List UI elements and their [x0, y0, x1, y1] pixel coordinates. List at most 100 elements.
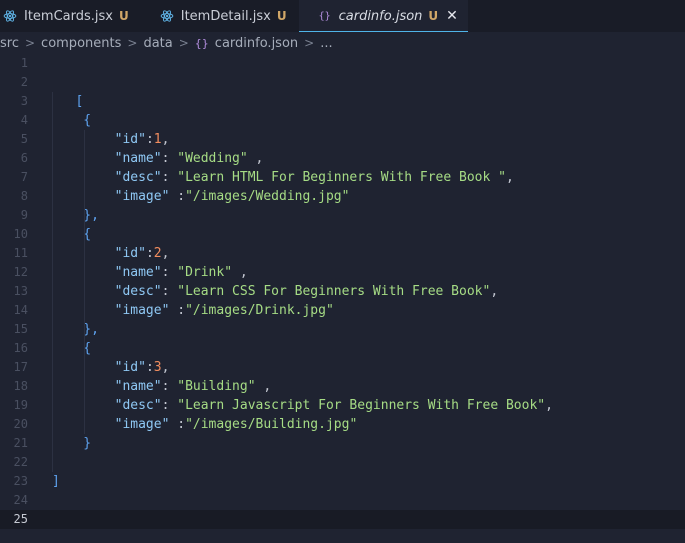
- indent-guide: [52, 92, 53, 472]
- breadcrumb-item-data[interactable]: data: [143, 36, 172, 51]
- line-number: 10: [13, 227, 28, 241]
- code-text: "desc": "Learn HTML For Beginners With F…: [52, 168, 514, 187]
- code-text: },: [52, 206, 99, 225]
- code-token: "/images/Wedding.jpg": [185, 189, 350, 204]
- code-token: ,: [232, 265, 248, 280]
- code-token: :: [169, 303, 186, 318]
- line-number: 20: [13, 417, 28, 431]
- code-line[interactable]: 17 "id":3,: [0, 358, 685, 377]
- code-line[interactable]: 23]: [0, 472, 685, 491]
- code-line[interactable]: 22: [0, 453, 685, 472]
- tab-label: ItemCards.jsx: [24, 8, 113, 24]
- code-text: {: [52, 111, 91, 130]
- code-token: "Learn CSS For Beginners With Free Book": [177, 284, 491, 299]
- code-line[interactable]: 25: [0, 510, 685, 529]
- code-token: "desc": [114, 398, 162, 413]
- code-token: ,: [161, 360, 170, 375]
- code-line[interactable]: 10 {: [0, 225, 685, 244]
- code-line[interactable]: 19 "desc": "Learn Javascript For Beginne…: [0, 396, 685, 415]
- code-token: ,: [161, 246, 170, 261]
- line-number: 22: [13, 455, 28, 469]
- code-line[interactable]: 20 "image" :"/images/Building.jpg": [0, 415, 685, 434]
- code-line[interactable]: 9 },: [0, 206, 685, 225]
- code-token: [: [52, 94, 84, 109]
- code-token: ,: [545, 398, 553, 413]
- code-line[interactable]: 21 }: [0, 434, 685, 453]
- line-number: 9: [20, 208, 28, 222]
- code-token: 2: [153, 246, 162, 261]
- code-token: :: [161, 265, 178, 280]
- code-token: :: [161, 284, 178, 299]
- code-line[interactable]: 24: [0, 491, 685, 510]
- code-token: "name": [114, 379, 162, 394]
- line-number: 6: [20, 151, 28, 165]
- code-text: "name": "Drink" ,: [52, 263, 248, 282]
- chevron-right-icon: >: [304, 36, 315, 50]
- code-text: "image" :"/images/Drink.jpg": [52, 301, 334, 320]
- code-token: :: [161, 398, 178, 413]
- code-token: :: [169, 189, 186, 204]
- code-token: "Wedding": [177, 151, 248, 166]
- code-token: }: [52, 436, 92, 451]
- code-token: "desc": [114, 284, 162, 299]
- breadcrumb-item-src[interactable]: src: [0, 36, 19, 51]
- code-token: "Learn Javascript For Beginners With Fre…: [177, 398, 546, 413]
- code-line[interactable]: 6 "name": "Wedding" ,: [0, 149, 685, 168]
- line-number: 3: [20, 94, 28, 108]
- code-token: "/images/Drink.jpg": [185, 303, 334, 318]
- tab-cardinfo[interactable]: {} cardinfo.json U ✕: [298, 0, 469, 32]
- code-token: 1: [153, 132, 162, 147]
- code-text: "desc": "Learn CSS For Beginners With Fr…: [52, 282, 499, 301]
- code-text: ]: [52, 472, 60, 491]
- code-token: :: [161, 170, 178, 185]
- code-token: :: [161, 151, 178, 166]
- code-token: ,: [490, 284, 499, 299]
- code-line[interactable]: 5 "id":1,: [0, 130, 685, 149]
- line-number: 24: [13, 493, 28, 507]
- code-line[interactable]: 15 },: [0, 320, 685, 339]
- code-token: "name": [114, 151, 162, 166]
- line-number: 2: [20, 75, 28, 89]
- chevron-right-icon: >: [24, 36, 36, 50]
- close-icon[interactable]: ✕: [446, 9, 458, 23]
- code-line[interactable]: 12 "name": "Drink" ,: [0, 263, 685, 282]
- code-line[interactable]: 7 "desc": "Learn HTML For Beginners With…: [0, 168, 685, 187]
- code-line[interactable]: 2: [0, 73, 685, 92]
- line-number: 7: [20, 170, 28, 184]
- code-line[interactable]: 11 "id":2,: [0, 244, 685, 263]
- code-text: "id":3,: [52, 358, 170, 377]
- code-line[interactable]: 13 "desc": "Learn CSS For Beginners With…: [0, 282, 685, 301]
- line-number: 21: [13, 436, 28, 450]
- tab-label: cardinfo.json: [338, 8, 423, 24]
- code-token: "image": [114, 189, 170, 204]
- indent-guide: [84, 130, 85, 434]
- breadcrumb-item-symbols[interactable]: ...: [320, 36, 332, 51]
- git-status-badge: U: [428, 9, 439, 23]
- code-line[interactable]: 4 {: [0, 111, 685, 130]
- tab-label: ItemDetail.jsx: [180, 8, 271, 24]
- code-line[interactable]: 1: [0, 54, 685, 73]
- line-number: 14: [13, 303, 28, 317]
- code-editor[interactable]: 123 [4 {5 "id":1, 6 "name": "Wedding" ,7 …: [0, 54, 685, 543]
- line-number: 18: [13, 379, 28, 393]
- code-line[interactable]: 18 "name": "Building" ,: [0, 377, 685, 396]
- code-line[interactable]: 3 [: [0, 92, 685, 111]
- breadcrumb-item-components[interactable]: components: [41, 36, 121, 51]
- code-token: ,: [247, 151, 264, 166]
- code-token: :: [145, 132, 154, 147]
- code-token: },: [52, 322, 99, 337]
- code-token: "image": [114, 417, 170, 432]
- tab-itemdetail[interactable]: ItemDetail.jsx U: [141, 0, 299, 32]
- code-line[interactable]: 14 "image" :"/images/Drink.jpg": [0, 301, 685, 320]
- code-text: "id":1,: [52, 130, 170, 149]
- code-line[interactable]: 8 "image" :"/images/Wedding.jpg": [0, 187, 685, 206]
- tab-itemcards[interactable]: ItemCards.jsx U: [0, 0, 141, 32]
- code-text: }: [52, 434, 91, 453]
- json-braces-icon: {}: [194, 36, 209, 50]
- breadcrumb-item-file[interactable]: cardinfo.json: [215, 36, 298, 51]
- line-number: 12: [13, 265, 28, 279]
- code-line[interactable]: 16 {: [0, 339, 685, 358]
- line-number: 15: [13, 322, 28, 336]
- code-token: "/images/Building.jpg": [185, 417, 358, 432]
- line-number: 19: [13, 398, 28, 412]
